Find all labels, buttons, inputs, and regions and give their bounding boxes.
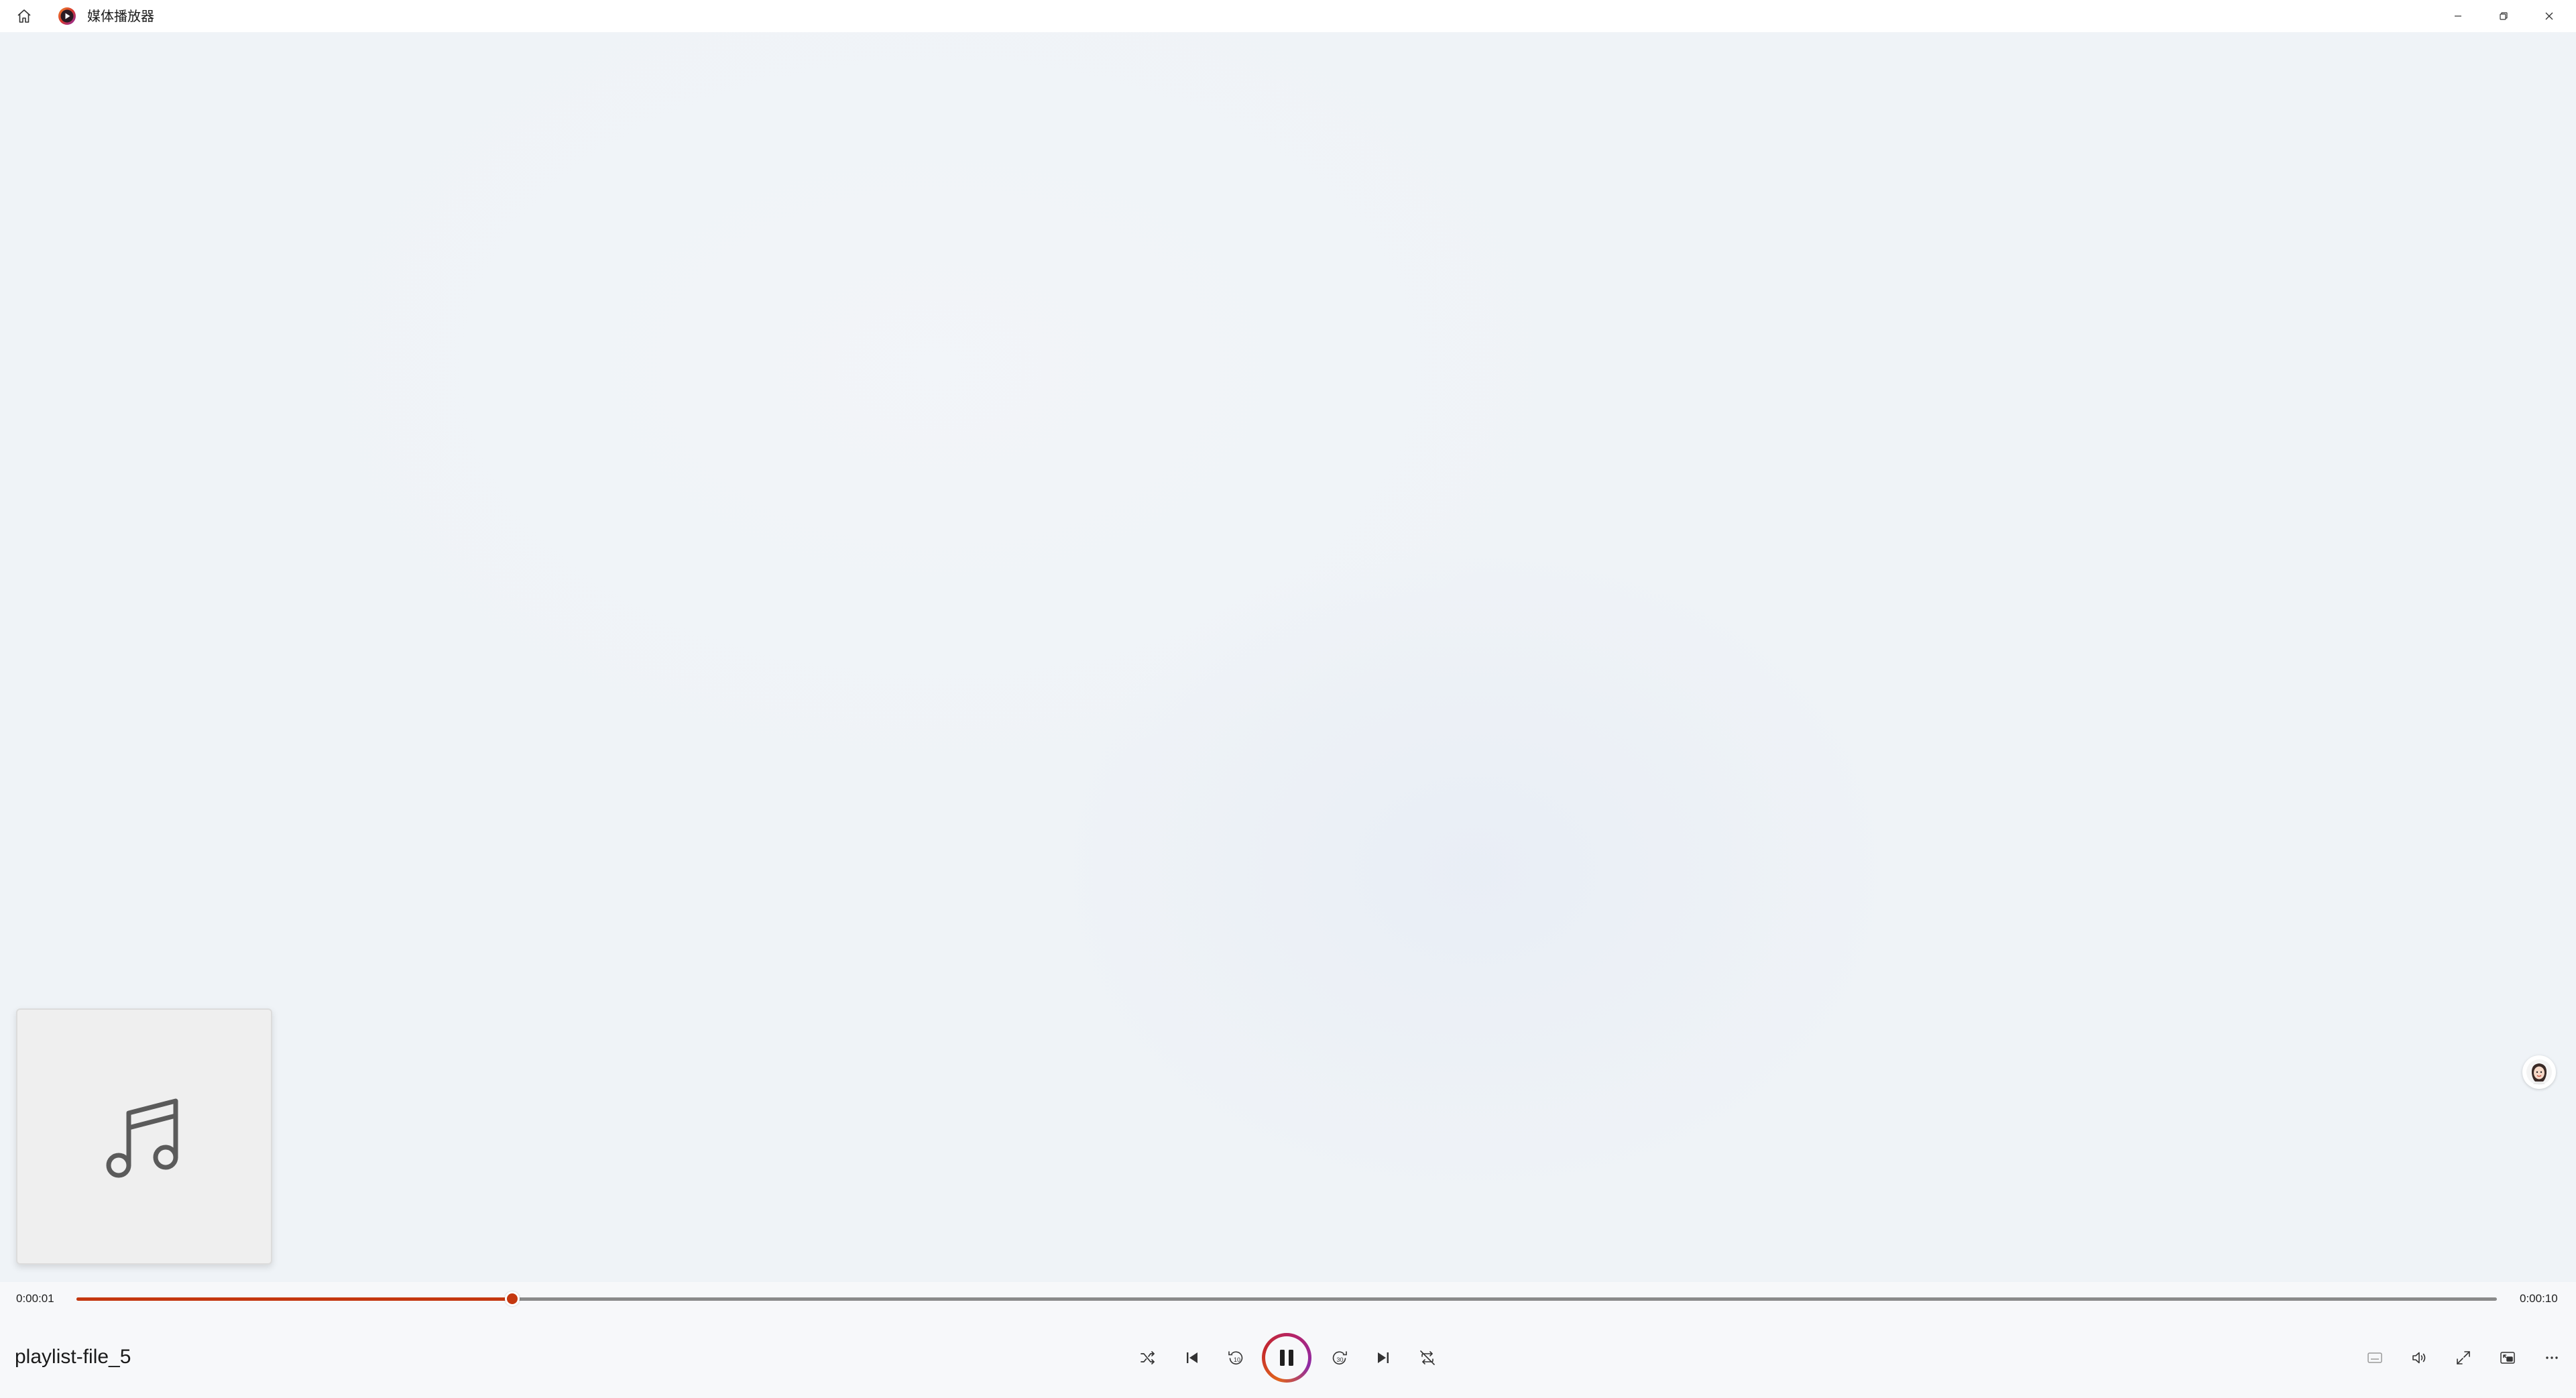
music-note-icon [106,1098,178,1178]
svg-text:30: 30 [1337,1356,1344,1363]
media-player-window: 媒体播放器 0:00:01 0:00:10 playlist-file_5 10… [0,0,2576,1398]
volume-icon [2412,1352,2426,1364]
close-icon [2545,12,2553,20]
restore-button[interactable] [2481,0,2526,32]
total-time: 0:00:10 [2520,1292,2558,1305]
seek-thumb[interactable] [504,1291,520,1306]
app-title: 媒体播放器 [87,8,154,24]
app-logo [58,7,76,25]
home-button[interactable] [8,0,40,32]
restore-icon [2500,12,2508,20]
volume-button[interactable] [2402,1340,2437,1375]
shuffle-button[interactable] [1130,1340,1165,1375]
shuffle-icon [1140,1351,1155,1364]
close-button[interactable] [2526,0,2572,32]
more-options-icon [2546,1356,2558,1359]
captions-icon [2367,1352,2382,1363]
play-pause-button[interactable] [1262,1333,1311,1383]
rewind-10-button[interactable]: 10 [1218,1340,1253,1375]
home-icon [17,9,31,23]
previous-icon [1187,1352,1197,1363]
next-button[interactable] [1366,1340,1401,1375]
seek-bar[interactable] [76,1291,2497,1306]
captions-button[interactable] [2357,1340,2392,1375]
mini-player-icon [2500,1352,2515,1364]
repeat-off-icon [1420,1350,1435,1365]
fullscreen-icon [2457,1351,2470,1364]
seek-bar-progress [76,1297,512,1301]
forward-30-icon: 30 [1332,1351,1347,1364]
mini-player-button[interactable] [2490,1340,2525,1375]
repeat-button[interactable] [1410,1340,1445,1375]
svg-text:10: 10 [1234,1356,1240,1363]
track-title: playlist-file_5 [15,1346,131,1368]
fullscreen-button[interactable] [2446,1340,2481,1375]
user-avatar[interactable] [2522,1055,2556,1089]
pause-icon [1280,1350,1293,1366]
avatar-icon [2526,1059,2552,1085]
media-player-logo-icon [58,7,76,25]
minimize-button[interactable] [2435,0,2481,32]
video-stage[interactable] [0,32,2576,1282]
more-options-button[interactable] [2534,1340,2569,1375]
current-time: 0:00:01 [16,1292,54,1305]
previous-button[interactable] [1175,1340,1210,1375]
next-icon [1378,1352,1389,1363]
play-pause-inner [1265,1336,1308,1379]
title-bar: 媒体播放器 [0,0,2576,32]
album-art[interactable] [16,1008,272,1265]
minimize-icon [2455,15,2461,17]
rewind-10-icon: 10 [1228,1351,1243,1364]
forward-30-button[interactable]: 30 [1322,1340,1357,1375]
